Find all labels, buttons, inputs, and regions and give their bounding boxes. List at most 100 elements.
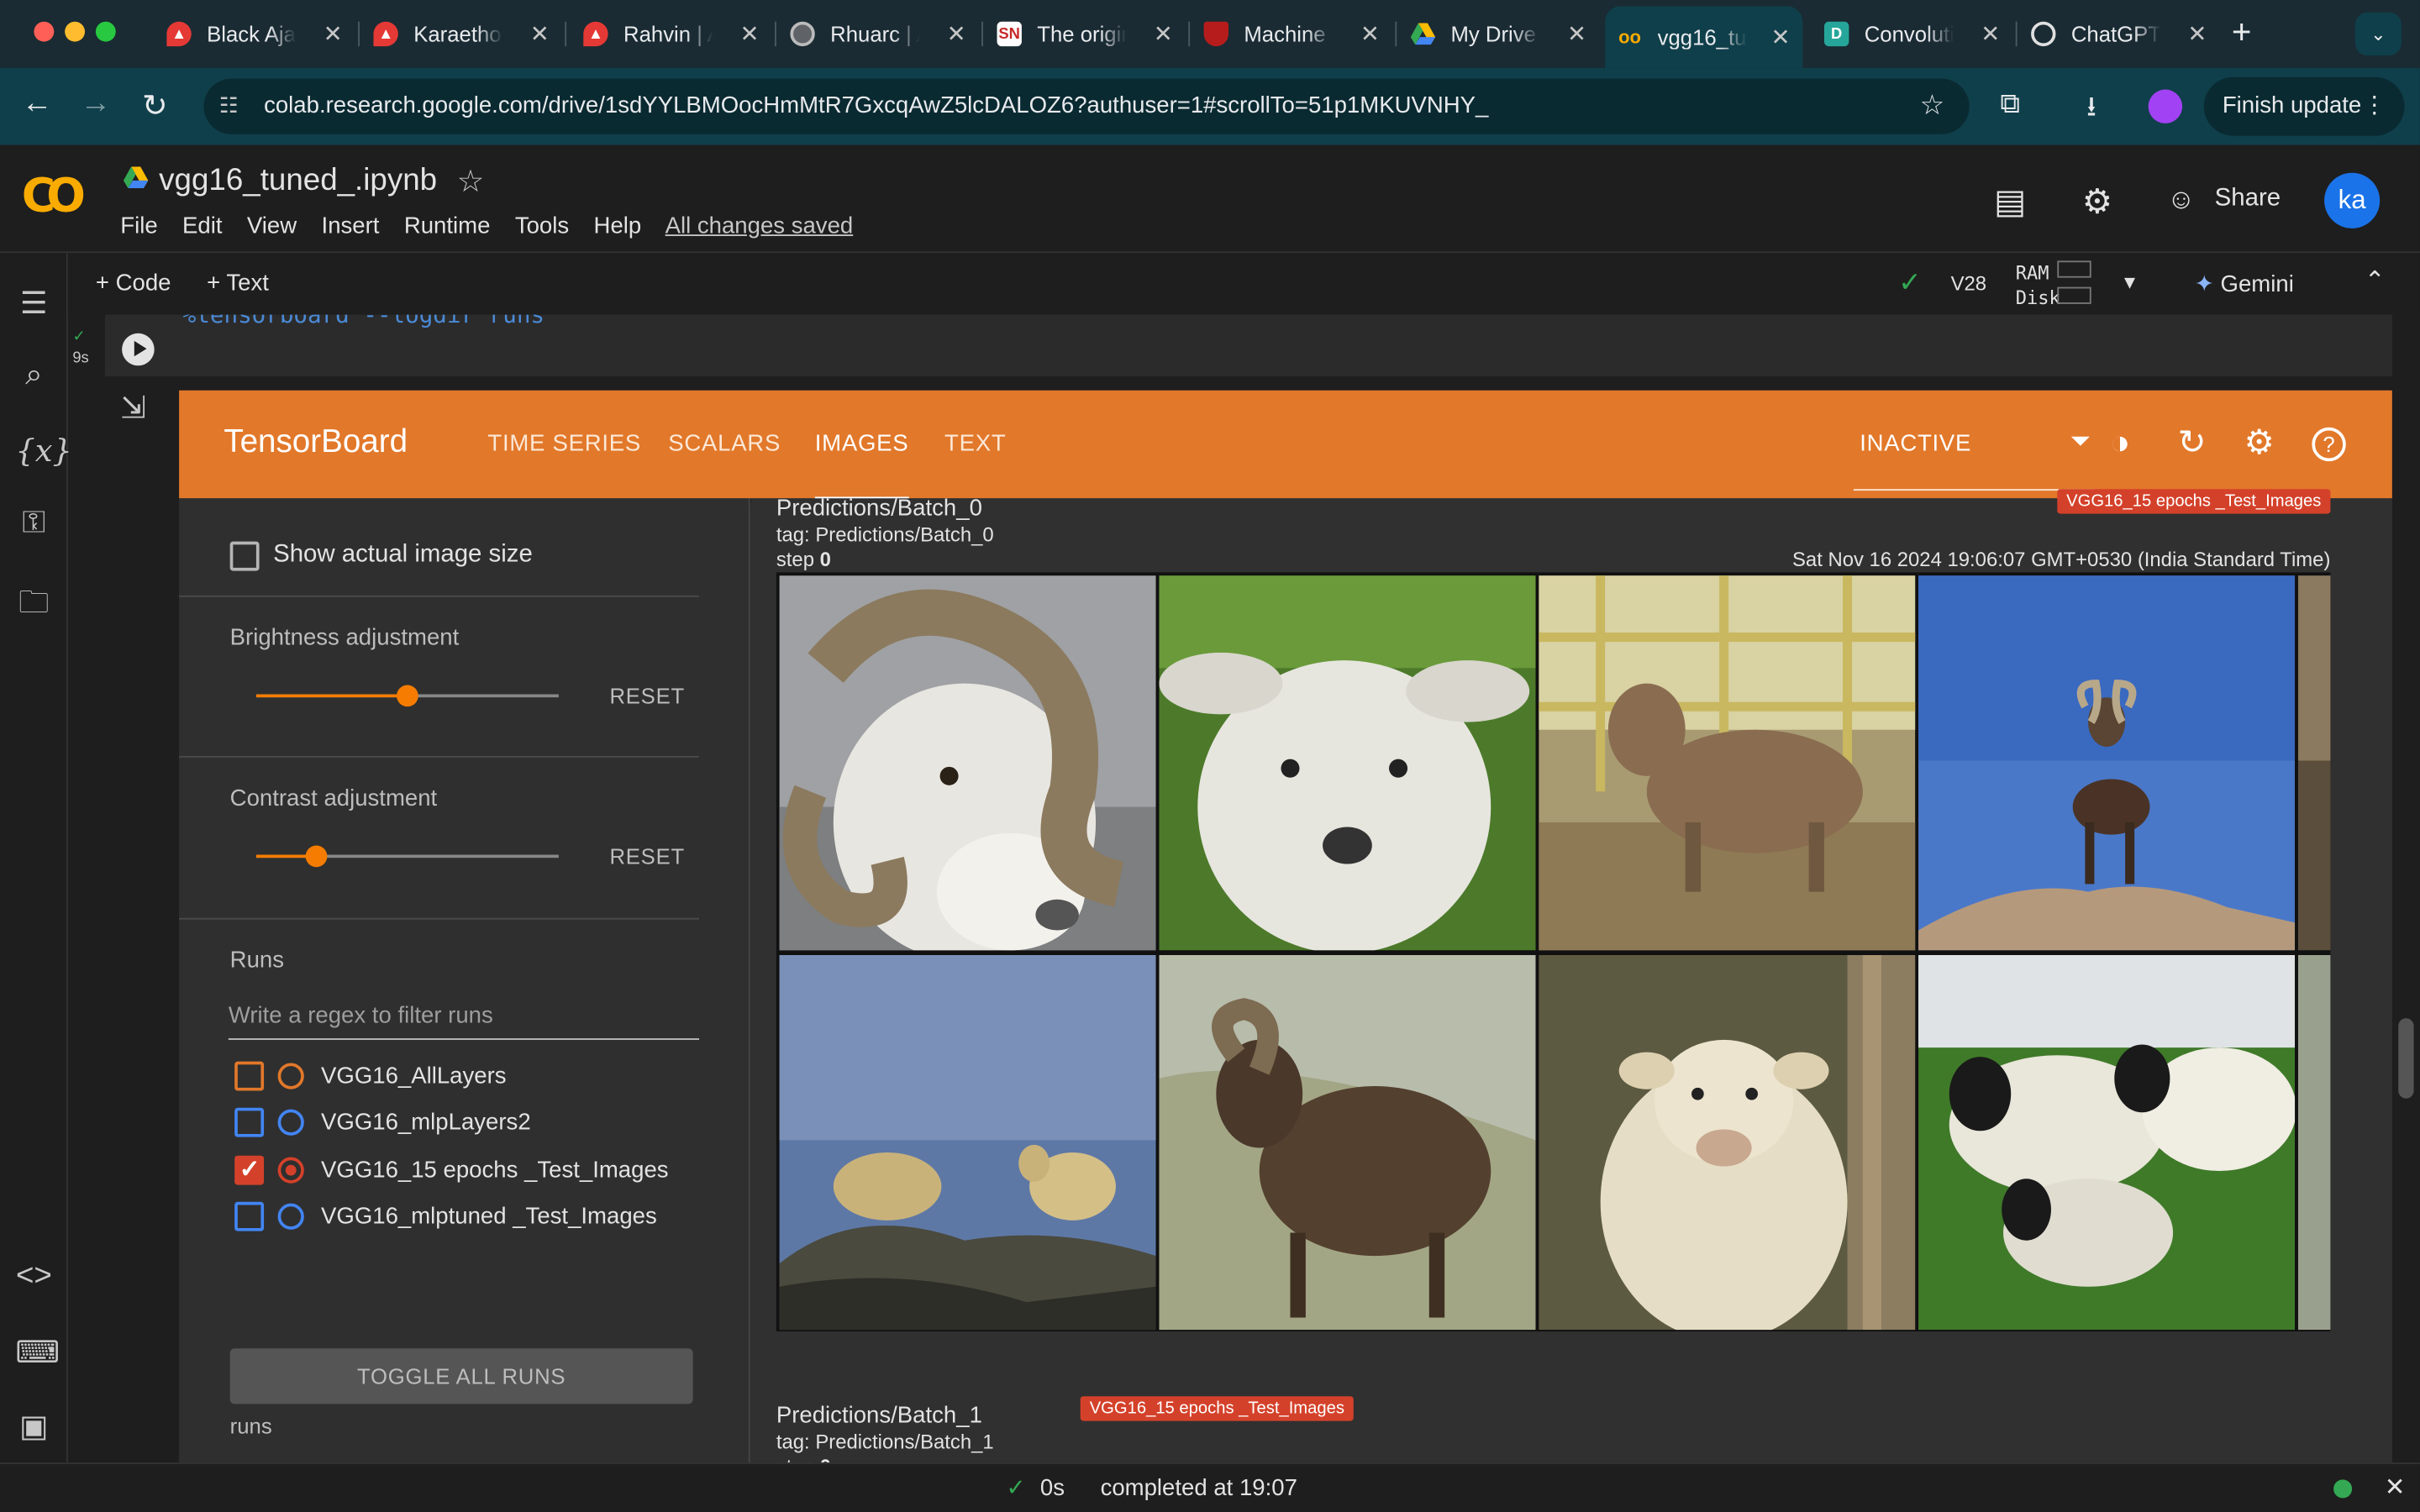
- tab-scalars[interactable]: SCALARS: [668, 430, 781, 456]
- close-tab-icon[interactable]: ✕: [1154, 20, 1173, 48]
- browser-tab[interactable]: My Drive ✕: [1398, 9, 1599, 59]
- url-text[interactable]: colab.research.google.com/drive/1sdYYLBM…: [264, 92, 1488, 118]
- tensorboard-title[interactable]: TensorBoard: [224, 424, 408, 461]
- help-icon[interactable]: ?: [2312, 427, 2346, 462]
- runtime-type[interactable]: V28: [1951, 271, 1987, 295]
- new-tab-button[interactable]: +: [2232, 13, 2252, 53]
- show-actual-size-label[interactable]: Show actual image size: [273, 542, 533, 570]
- toggle-all-runs-button[interactable]: TOGGLE ALL RUNS: [229, 1348, 693, 1404]
- run-checkbox[interactable]: [234, 1061, 265, 1091]
- contrast-reset-button[interactable]: RESET: [609, 844, 684, 869]
- tab-time-series[interactable]: TIME SERIES: [487, 430, 641, 456]
- colab-logo[interactable]: CO: [22, 170, 86, 223]
- user-avatar[interactable]: ka: [2324, 172, 2381, 228]
- run-color-icon[interactable]: [277, 1203, 304, 1230]
- star-notebook-icon[interactable]: ☆: [457, 162, 485, 201]
- code-snippets-icon[interactable]: <>: [15, 1259, 52, 1294]
- close-tab-icon[interactable]: ✕: [2187, 20, 2207, 48]
- browser-tab[interactable]: Machine ✕: [1192, 9, 1392, 59]
- dropdown-arrow-icon[interactable]: [2070, 436, 2090, 446]
- site-info-icon[interactable]: ☷: [219, 92, 239, 118]
- run-color-icon[interactable]: [277, 1157, 304, 1184]
- menu-tools[interactable]: Tools: [515, 213, 569, 239]
- browser-tab[interactable]: ▲ Black Aja ✕: [155, 9, 355, 59]
- drive-icon[interactable]: [123, 166, 149, 189]
- browser-tab[interactable]: D Convoluti ✕: [1812, 9, 2012, 59]
- back-arrow-icon[interactable]: ←: [22, 87, 53, 122]
- settings-gear-icon[interactable]: ⚙: [2082, 182, 2112, 223]
- brightness-slider-thumb[interactable]: [397, 685, 418, 707]
- close-tab-icon[interactable]: ✕: [1770, 24, 1790, 50]
- contrast-slider-thumb[interactable]: [306, 845, 328, 868]
- close-tab-icon[interactable]: ✕: [947, 20, 966, 48]
- menu-help[interactable]: Help: [594, 213, 642, 239]
- comment-icon[interactable]: ▤: [1994, 182, 2026, 223]
- tab-search-button[interactable]: ⌄: [2354, 12, 2402, 56]
- run-cell-button[interactable]: [122, 333, 155, 366]
- gemini-button[interactable]: ✦ Gemini: [2195, 270, 2294, 297]
- share-button[interactable]: Share: [2215, 185, 2281, 213]
- add-code-button[interactable]: + Code: [96, 270, 171, 296]
- run-checkbox[interactable]: [234, 1201, 265, 1231]
- theme-toggle-icon[interactable]: ◑: [2110, 423, 2130, 463]
- close-tab-icon[interactable]: ✕: [530, 20, 550, 48]
- code-line[interactable]: %tensorboard --logdir runs: [182, 315, 544, 329]
- inactive-plugins-dropdown[interactable]: INACTIVE: [1860, 430, 1971, 456]
- tab-text[interactable]: TEXT: [944, 430, 1006, 456]
- elapsed-time[interactable]: 0s: [1040, 1475, 1065, 1501]
- address-bar[interactable]: ☷ colab.research.google.com/drive/1sdYYL…: [203, 78, 1970, 134]
- reload-icon[interactable]: ↻: [2178, 423, 2207, 463]
- bookmark-star-icon[interactable]: ☆: [1920, 90, 1945, 123]
- browser-tab[interactable]: ChatGPT ✕: [2018, 9, 2219, 59]
- run-color-icon[interactable]: [277, 1109, 304, 1136]
- browser-tab[interactable]: Rhuarc | A ✕: [778, 9, 979, 59]
- close-status-icon[interactable]: ✕: [2385, 1472, 2406, 1503]
- search-icon[interactable]: ⌕: [15, 358, 52, 393]
- finish-update-button[interactable]: Finish update ⋮: [2203, 76, 2405, 136]
- table-of-contents-icon[interactable]: ☰: [15, 284, 52, 323]
- settings-gear-icon[interactable]: ⚙: [2244, 423, 2275, 463]
- collapse-header-icon[interactable]: ⌃: [2365, 265, 2386, 297]
- close-window-button[interactable]: [34, 21, 55, 42]
- files-folder-icon[interactable]: 🗀: [15, 580, 52, 633]
- minimize-window-button[interactable]: [65, 21, 86, 42]
- menu-file[interactable]: File: [120, 213, 157, 239]
- completion-status[interactable]: completed at 19:07: [1101, 1475, 1297, 1501]
- secrets-key-icon[interactable]: ⚿: [15, 506, 52, 541]
- resource-monitor[interactable]: RAM Disk: [2016, 260, 2060, 310]
- close-tab-icon[interactable]: ✕: [740, 20, 760, 48]
- browser-tab-active[interactable]: oo vgg16_tu ✕: [1605, 6, 1803, 68]
- terminal-icon[interactable]: ▣: [15, 1407, 52, 1446]
- show-actual-size-checkbox[interactable]: [229, 541, 260, 571]
- notebook-title[interactable]: vgg16_tuned_.ipynb: [159, 164, 437, 199]
- forward-arrow-icon[interactable]: →: [81, 87, 112, 122]
- extensions-icon[interactable]: ⧉: [2000, 88, 2020, 121]
- download-icon[interactable]: ⭳: [2086, 88, 2096, 134]
- contrast-slider[interactable]: [255, 845, 559, 868]
- reload-icon[interactable]: ↻: [142, 87, 168, 125]
- brightness-reset-button[interactable]: RESET: [609, 684, 684, 708]
- run-checkbox[interactable]: [234, 1154, 265, 1185]
- profile-avatar-icon[interactable]: [2148, 89, 2183, 123]
- variables-icon[interactable]: {x}: [15, 432, 71, 469]
- command-palette-icon[interactable]: ⌨: [15, 1333, 60, 1372]
- save-status[interactable]: All changes saved: [666, 213, 854, 239]
- close-tab-icon[interactable]: ✕: [324, 20, 343, 48]
- code-cell[interactable]: %tensorboard --logdir runs: [104, 314, 2392, 377]
- browser-tab[interactable]: ▲ Rahvin | A ✕: [571, 9, 772, 59]
- menu-runtime[interactable]: Runtime: [404, 213, 491, 239]
- browser-tab[interactable]: ▲ Karaethon ✕: [361, 9, 562, 59]
- output-actions-icon[interactable]: ⇲: [120, 389, 146, 428]
- add-text-button[interactable]: + Text: [207, 270, 269, 296]
- run-checkbox[interactable]: [234, 1107, 265, 1137]
- browser-tab[interactable]: SN The origin ✕: [985, 9, 1186, 59]
- brightness-slider[interactable]: [255, 685, 559, 707]
- notebook-scrollbar[interactable]: [2398, 1018, 2414, 1099]
- menu-edit[interactable]: Edit: [182, 213, 222, 239]
- prediction-image-grid[interactable]: [776, 572, 2331, 1332]
- run-color-icon[interactable]: [277, 1063, 304, 1089]
- close-tab-icon[interactable]: ✕: [1567, 20, 1586, 48]
- close-tab-icon[interactable]: ✕: [1981, 20, 2000, 48]
- run-filter-input[interactable]: Write a regex to filter runs: [228, 1003, 700, 1040]
- close-tab-icon[interactable]: ✕: [1360, 20, 1380, 48]
